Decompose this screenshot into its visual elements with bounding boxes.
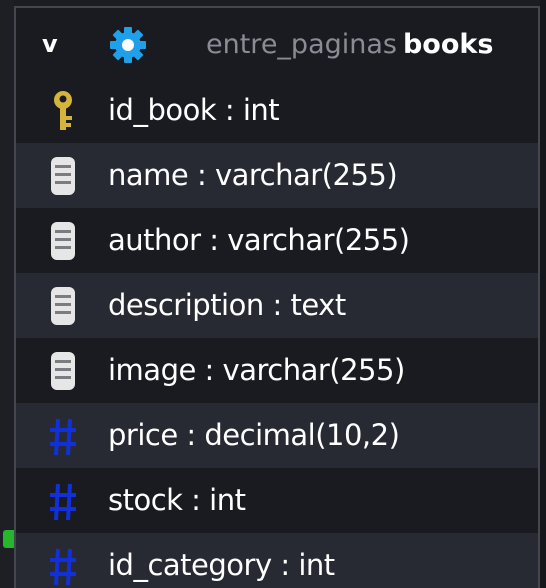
- column-row-author[interactable]: author : varchar(255): [16, 208, 538, 273]
- hash-icon: [50, 418, 76, 456]
- canvas-right-edge: [540, 0, 546, 588]
- field-icon: [51, 157, 75, 195]
- table-header[interactable]: v entre_paginas books: [16, 8, 538, 78]
- collapse-toggle[interactable]: v: [42, 30, 66, 58]
- column-list: id_book : int name : varchar(255) author…: [16, 78, 538, 588]
- diagram-canvas: v entre_paginas books id_book: int name…: [0, 0, 546, 588]
- field-icon: [51, 352, 75, 390]
- table-title: entre_paginas books: [206, 28, 493, 62]
- column-label: author : varchar(255): [108, 223, 410, 257]
- hash-icon: [50, 483, 76, 521]
- column-row-name[interactable]: name : varchar(255): [16, 143, 538, 208]
- column-label: price : decimal(10,2): [108, 418, 400, 452]
- hash-icon: [50, 548, 76, 586]
- table-card-books[interactable]: v entre_paginas books id_book: int name…: [14, 6, 540, 588]
- column-label: stock : int: [108, 483, 246, 517]
- field-icon: [51, 222, 75, 260]
- column-label: id_book : int: [108, 93, 280, 127]
- column-row-stock[interactable]: stock : int: [16, 468, 538, 533]
- canvas-left-edge: [0, 0, 14, 588]
- column-row-image[interactable]: image : varchar(255): [16, 338, 538, 403]
- column-row-price[interactable]: price : decimal(10,2): [16, 403, 538, 468]
- column-label: id_category : int: [108, 548, 335, 582]
- key-icon: [54, 91, 72, 130]
- column-row-description[interactable]: description : text: [16, 273, 538, 338]
- column-row-id-book[interactable]: id_book : int: [16, 78, 538, 143]
- column-row-id-category[interactable]: id_category : int: [16, 533, 538, 588]
- table-name: books: [402, 29, 494, 60]
- column-label: name : varchar(255): [108, 158, 398, 192]
- schema-name: entre_paginas: [206, 29, 397, 60]
- column-label: image : varchar(255): [108, 353, 405, 387]
- column-label: description : text: [108, 288, 346, 322]
- field-icon: [51, 287, 75, 325]
- gear-icon[interactable]: [108, 25, 148, 65]
